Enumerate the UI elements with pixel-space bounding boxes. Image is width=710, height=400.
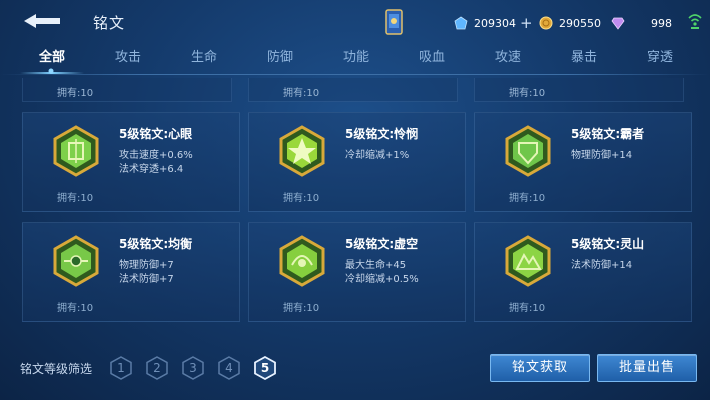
diamond-icon [611, 17, 625, 30]
tab-attack-speed[interactable]: 攻速 [470, 44, 546, 74]
add-crystal-icon[interactable]: + [520, 16, 533, 31]
rune-card[interactable]: 5级铭文:均衡 物理防御+7 法术防御+7 拥有:10 [22, 222, 240, 322]
level-number: 1 [117, 361, 125, 375]
owned-count: 拥有:10 [57, 303, 94, 314]
owned-count: 拥有:10 [509, 88, 546, 99]
tab-health[interactable]: 生命 [166, 44, 242, 74]
rune-attribute: 攻击速度+0.6% [119, 150, 193, 161]
void-emblem-icon [279, 235, 325, 287]
rune-acquire-button[interactable]: 铭文获取 [490, 354, 590, 382]
crystal-icon [454, 16, 468, 30]
rune-attribute: 物理防御+7 [119, 260, 174, 271]
rune-card[interactable]: 5级铭文:怜悯 冷却缩减+1% 拥有:10 [248, 112, 466, 212]
mountain-emblem-icon [505, 235, 551, 287]
rune-name: 5级铭文:霸者 [571, 127, 645, 141]
rune-name: 5级铭文:均衡 [119, 237, 193, 251]
rune-card[interactable]: 5级铭文:心眼 攻击速度+0.6% 法术穿透+6.4 拥有:10 [22, 112, 240, 212]
level-filter-2[interactable]: 2 [146, 356, 168, 380]
level-filter-3[interactable]: 3 [182, 356, 204, 380]
list-item-partial[interactable]: 拥有:10 [248, 78, 458, 102]
rune-attribute: 物理防御+14 [571, 150, 633, 161]
gold-currency: 290550 [539, 14, 601, 32]
tab-lifesteal[interactable]: 吸血 [394, 44, 470, 74]
diamond-count: 998 [651, 16, 672, 30]
crystal-count: 209304 [474, 16, 516, 30]
level-filter-label: 铭文等级筛选 [20, 362, 93, 376]
owned-count: 拥有:10 [283, 193, 320, 204]
list-item-partial[interactable]: 拥有:10 [474, 78, 684, 102]
rune-name: 5级铭文:灵山 [571, 237, 645, 251]
level-filter-4[interactable]: 4 [218, 356, 240, 380]
gold-coin-icon [539, 16, 553, 30]
owned-count: 拥有:10 [283, 303, 320, 314]
back-arrow-icon[interactable] [22, 11, 62, 31]
top-bar: 铭文 209304 + 290550 998 [0, 0, 710, 44]
tab-defense[interactable]: 防御 [242, 44, 318, 74]
diamond-currency: 998 [611, 14, 672, 32]
list-item-partial[interactable]: 拥有:10 [22, 78, 232, 102]
rune-card[interactable]: 5级铭文:灵山 法术防御+14 拥有:10 [474, 222, 692, 322]
level-number: 3 [189, 361, 197, 375]
owned-count: 拥有:10 [509, 193, 546, 204]
tab-attack[interactable]: 攻击 [90, 44, 166, 74]
rune-name: 5级铭文:怜悯 [345, 127, 419, 141]
rune-attribute: 冷却缩减+0.5% [345, 274, 419, 285]
owned-count: 拥有:10 [57, 193, 94, 204]
wifi-signal-icon [688, 14, 702, 29]
level-filter-1[interactable]: 1 [110, 356, 132, 380]
sparkle-emblem-icon [53, 125, 99, 177]
gold-count: 290550 [559, 16, 601, 30]
star-emblem-icon [279, 125, 325, 177]
owned-count: 拥有:10 [509, 303, 546, 314]
rune-name: 5级铭文:心眼 [119, 127, 193, 141]
rune-card[interactable]: 5级铭文:虚空 最大生命+45 冷却缩减+0.5% 拥有:10 [248, 222, 466, 322]
rune-deck-icon[interactable] [384, 8, 404, 36]
tab-utility[interactable]: 功能 [318, 44, 394, 74]
rune-name: 5级铭文:虚空 [345, 237, 419, 251]
bulk-sell-button[interactable]: 批量出售 [597, 354, 697, 382]
rune-attribute: 冷却缩减+1% [345, 150, 410, 161]
category-tabs: 全部 攻击 生命 防御 功能 吸血 攻速 暴击 穿透 [0, 44, 710, 74]
level-filter-5[interactable]: 5 [254, 355, 276, 381]
level-number: 5 [260, 361, 270, 375]
rune-card[interactable]: 5级铭文:霸者 物理防御+14 拥有:10 [474, 112, 692, 212]
balance-emblem-icon [53, 235, 99, 287]
shield-emblem-icon [505, 125, 551, 177]
level-number: 2 [153, 361, 161, 375]
rune-attribute: 法术防御+7 [119, 274, 174, 285]
level-number: 4 [225, 361, 233, 375]
owned-count: 拥有:10 [283, 88, 320, 99]
rune-attribute: 法术穿透+6.4 [119, 164, 184, 175]
rune-attribute: 最大生命+45 [345, 260, 407, 271]
rune-attribute: 法术防御+14 [571, 260, 633, 271]
tab-penetration[interactable]: 穿透 [622, 44, 698, 74]
crystal-currency: 209304 + [454, 14, 533, 32]
owned-count: 拥有:10 [57, 88, 94, 99]
tab-critical[interactable]: 暴击 [546, 44, 622, 74]
page-title: 铭文 [93, 14, 126, 32]
tab-divider [0, 74, 710, 75]
